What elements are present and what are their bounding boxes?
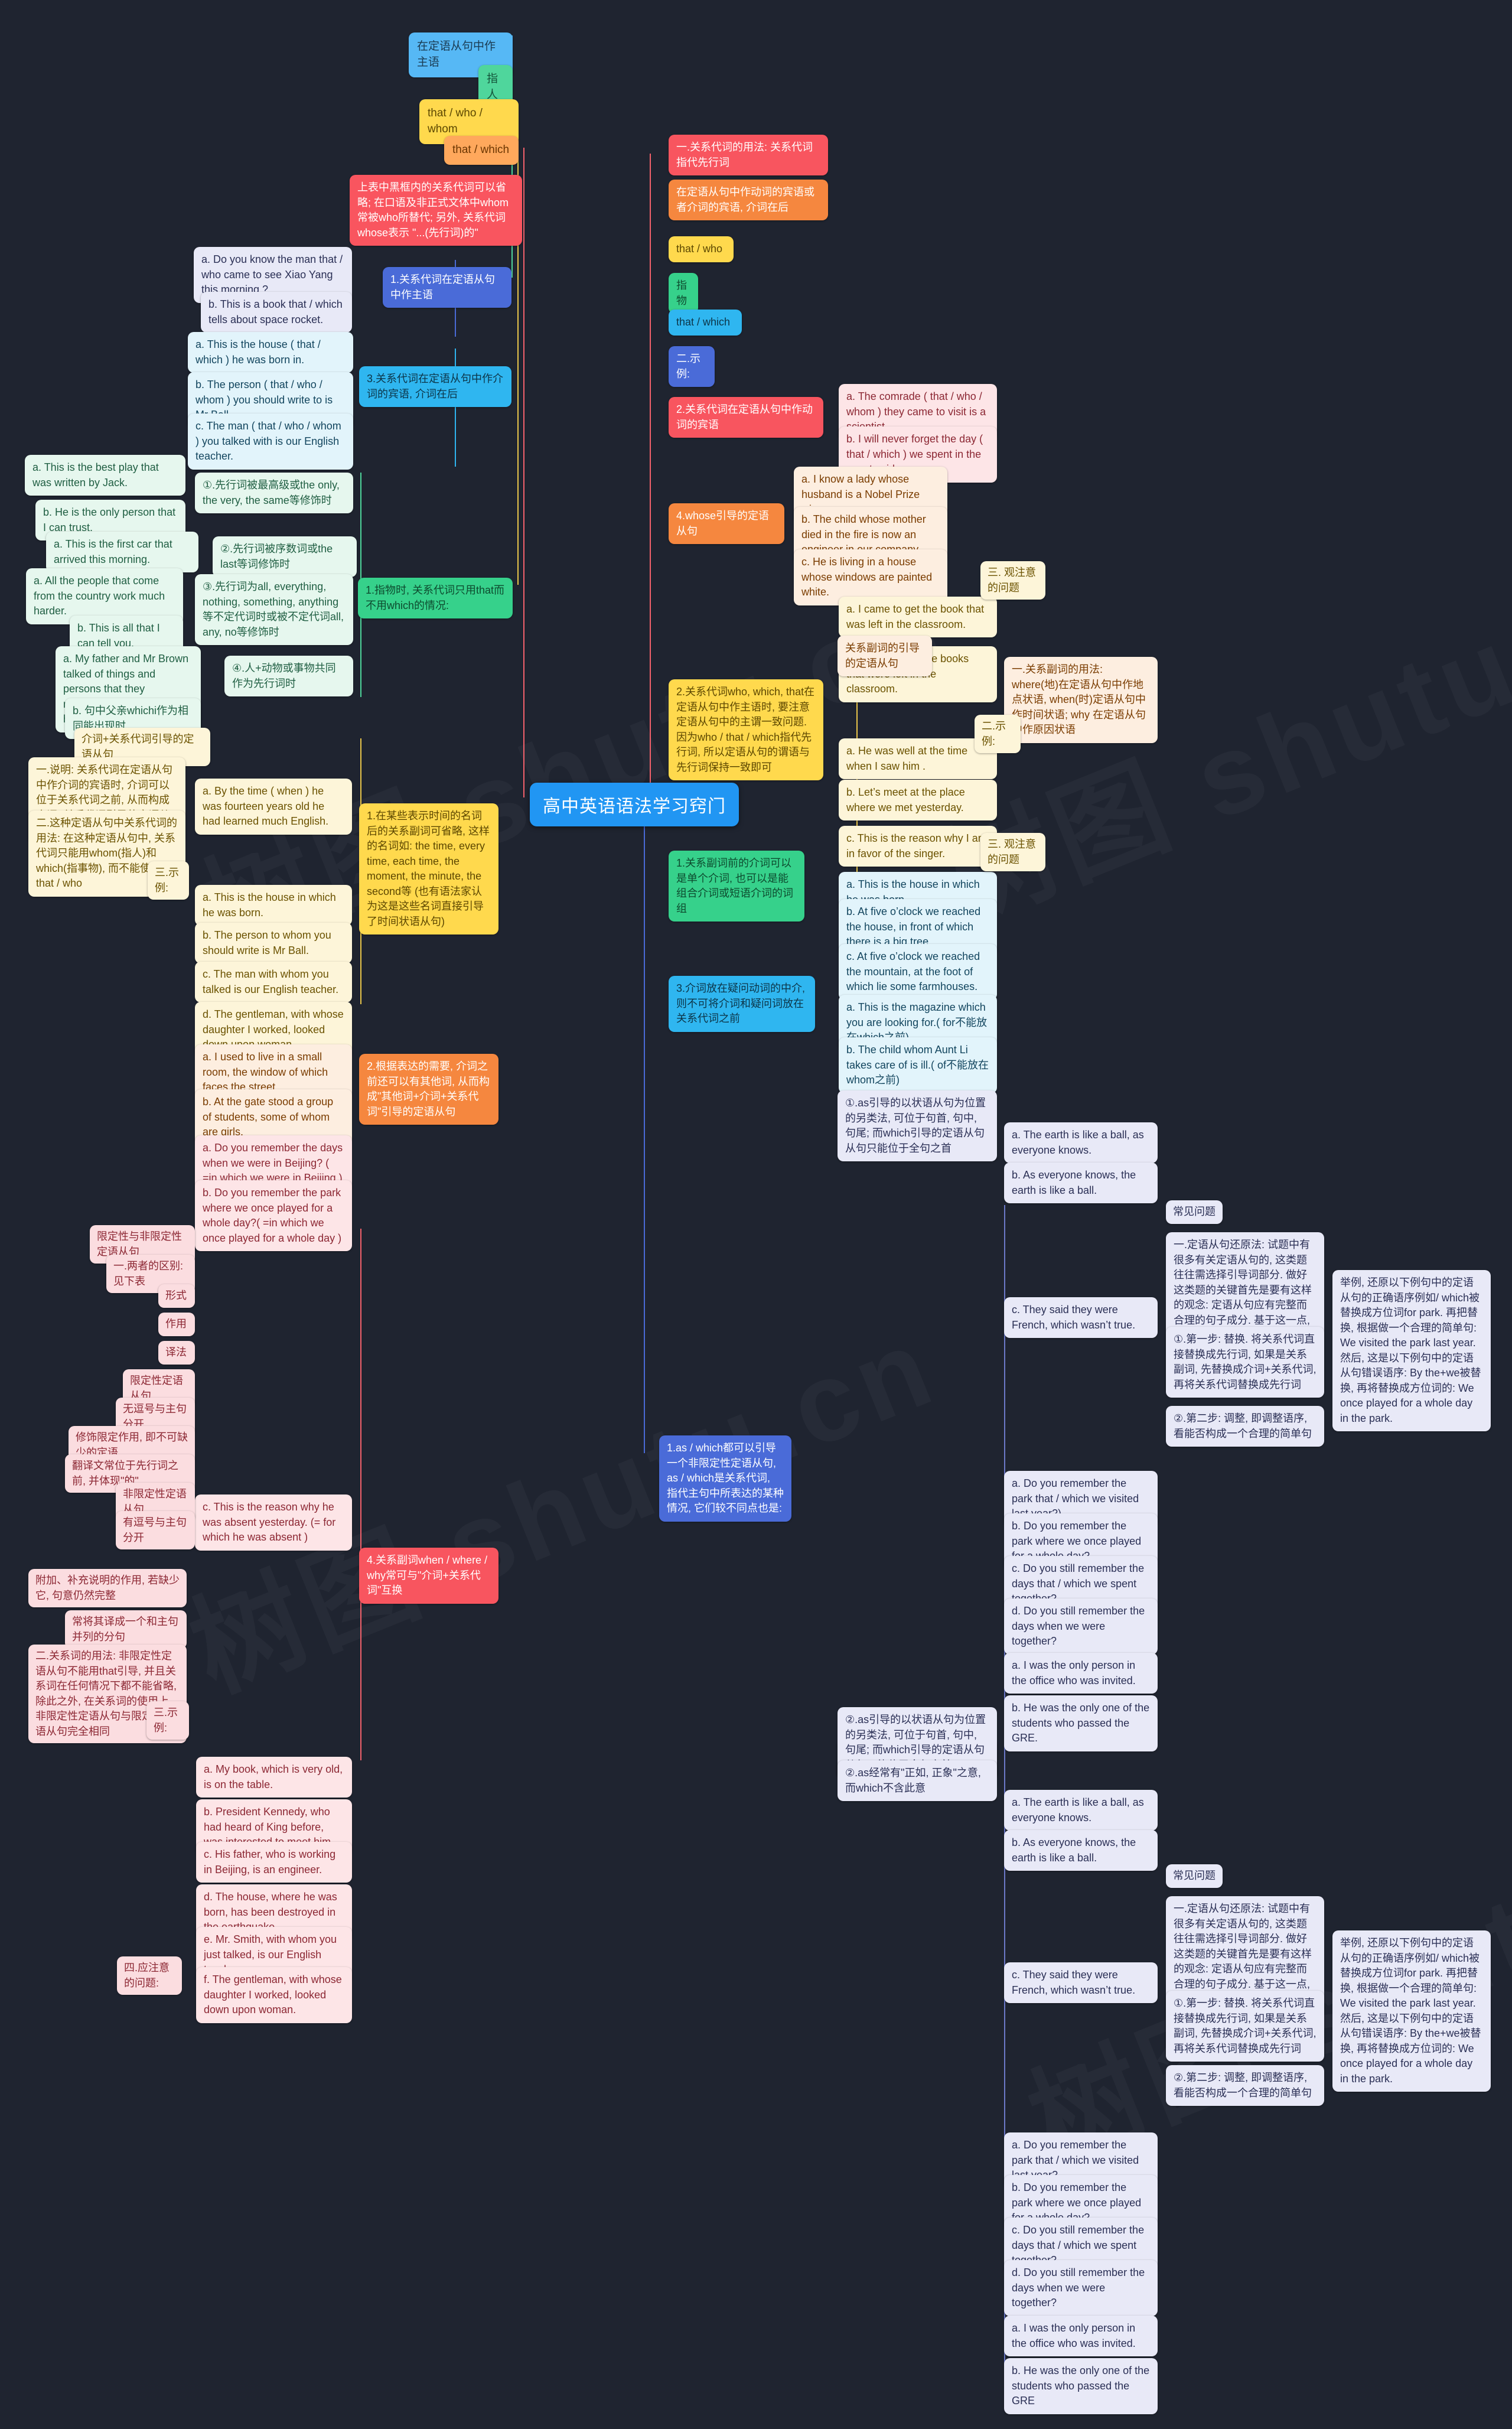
mindmap-canvas: 树图 shutu.cn 树图 shutu.cn 树图 shutu.cn 树图 s… [0, 0, 1512, 2429]
example-item[interactable]: a. I came to get the book that was left … [839, 597, 997, 638]
common-question-detail[interactable]: 举例, 还原以下例句中的定语从句的正确语序例如/ which被替换成方位词for… [1332, 1270, 1491, 1432]
example-item[interactable]: a. I was the only person in the office w… [1004, 1653, 1158, 1694]
common-question-title-2[interactable]: 常见问题 [1166, 1864, 1223, 1888]
node-right-subject-agreement[interactable]: 2.关系代词who, which, that在定语从句中作主语时, 要注意定语从… [669, 679, 823, 781]
common-question-detail-2[interactable]: 举例, 还原以下例句中的定语从句的正确语序例如/ which被替换成方位词for… [1332, 1930, 1491, 2092]
example-item[interactable]: b. Let’s meet at the place where we met … [839, 780, 997, 821]
node-section-3[interactable]: 3.关系代词在定语从句中作介词的宾语, 介词在后 [359, 366, 511, 408]
rule-label[interactable]: ④.人+动物或事物共同作为先行词时 [224, 656, 353, 697]
restrictive-item[interactable]: 附加、补充说明的作用, 若缺少它, 句意仍然完整 [28, 1569, 187, 1608]
common-question-step-2-2[interactable]: ②.第二步: 调整, 即调整语序, 看能否构成一个合理的简单句 [1166, 2065, 1324, 2106]
node-right-object[interactable]: 在定语从句中作动词的宾语或者介词的宾语, 介词在后 [669, 180, 828, 221]
connector [360, 1229, 361, 1760]
node-right-examples-label[interactable]: 二.示例: [669, 346, 715, 388]
example-item[interactable]: b. He was the only one of the students w… [1004, 2358, 1158, 2414]
connector [523, 148, 524, 797]
rule-label[interactable]: ①.先行词被最高级或the only, the very, the same等修… [195, 473, 353, 514]
restrictive-item[interactable]: 形式 [158, 1284, 195, 1308]
restrictive-item[interactable]: 有逗号与主句分开 [116, 1511, 195, 1550]
example-item[interactable]: b. As everyone knows, the earth is like … [1004, 1163, 1158, 1204]
example-item[interactable]: c. The man ( that / who / whom ) you tal… [188, 413, 353, 470]
node-prep-rule-4[interactable]: 4.关系副词when / where / why常可与"介词+关系代词"互换 [359, 1548, 498, 1604]
node-right-adverb-prep[interactable]: 1.关系副词前的介词可以是单个介词, 也可以是能组合介词或短语介词的词组 [669, 851, 804, 922]
node-right-that-which[interactable]: that / which [669, 310, 742, 336]
restrictive-item[interactable]: 译法 [158, 1341, 195, 1365]
example-item[interactable]: c. They said they were French, which was… [1004, 1297, 1158, 1339]
restrictive-item[interactable]: 三.示例: [146, 1701, 189, 1740]
node-prep-rule-1[interactable]: 1.在某些表示时间的名词后的关系副词可省略, 这样的名词如: the time,… [359, 803, 498, 935]
node-right-as-which[interactable]: 1.as / which都可以引导一个非限定性定语从句, as / which是… [659, 1435, 791, 1522]
example-item[interactable]: c. They said they were French, which was… [1004, 1962, 1158, 2004]
example-item[interactable]: a. My book, which is very old, is on the… [196, 1757, 352, 1798]
node-right-section-2[interactable]: 2.关系代词在定语从句中作动词的宾语 [669, 397, 823, 438]
prep-examples-label[interactable]: 三.示例: [148, 861, 189, 900]
rule-label[interactable]: ③.先行词为all, everything, nothing, somethin… [195, 574, 353, 646]
right-note[interactable]: 关系副词的引导的定语从句 [838, 636, 932, 677]
node-right-thing[interactable]: 指物 [669, 273, 698, 314]
rule-label[interactable]: ②.先行词被序数词或the last等词修饰时 [213, 536, 357, 578]
connector [650, 154, 651, 803]
example-item[interactable]: a. This is the best play that was writte… [25, 455, 185, 496]
example-item[interactable]: f. The gentleman, with whose daughter I … [196, 1967, 352, 2023]
example-item[interactable]: a. He was well at the time when I saw hi… [839, 738, 997, 780]
example-item[interactable]: b. The person to whom you should write i… [195, 923, 352, 964]
common-question-step-1[interactable]: ①.第一步: 替换. 将关系代词直接替换成先行词, 如果是关系副词, 先替换成介… [1166, 1327, 1324, 1398]
example-item[interactable]: a. I was the only person in the office w… [1004, 2316, 1158, 2357]
example-item[interactable]: d. Do you still remember the days when w… [1004, 2260, 1158, 2316]
common-question-title[interactable]: 常见问题 [1166, 1200, 1223, 1224]
example-item[interactable]: c. The man with whom you talked is our E… [195, 962, 352, 1003]
example-item[interactable]: a. The earth is like a ball, as everyone… [1004, 1790, 1158, 1831]
node-right-section-prep2[interactable]: 3.介词放在疑问动词的中介, 则不可将介词和疑问词放在关系代词之前 [669, 976, 815, 1032]
right-note[interactable]: 一.关系副词的用法: where(地)在定语从句中作地点状语, when(时)定… [1004, 657, 1158, 743]
example-item[interactable]: b. Do you remember the park where we onc… [195, 1180, 352, 1252]
right-note[interactable]: 三. 观注意的问题 [980, 833, 1045, 872]
example-item[interactable]: a. This is the house ( that / which ) he… [188, 332, 353, 373]
node-section-1[interactable]: 1.关系代词在定语从句中作主语 [383, 267, 511, 308]
node-prep-rule-2[interactable]: 2.根据表达的需要, 介词之前还可以有其他词, 从而构成"其他词+介词+关系代词… [359, 1054, 498, 1125]
node-that-only[interactable]: 1.指物时, 关系代词只用that而不用which的情况: [358, 578, 513, 619]
example-item[interactable]: b. The child whom Aunt Li takes care of … [839, 1037, 997, 1093]
center-node[interactable]: 高中英语语法学习窍门 [530, 783, 739, 826]
node-left-that-which[interactable]: that / which [444, 136, 519, 165]
example-item[interactable]: a. By the time ( when ) he was fourteen … [195, 779, 352, 835]
example-item[interactable]: c. At five o’clock we reached the mounta… [839, 944, 997, 1000]
right-note[interactable]: ①.as引导的以状语从句为位置的另类法, 可位于句首, 句中, 句尾; 而whi… [838, 1090, 997, 1162]
example-item[interactable]: c. This is the reason why I am in favor … [839, 826, 997, 867]
common-question-step-2[interactable]: ②.第二步: 调整, 即调整语序, 看能否构成一个合理的简单句 [1166, 1406, 1324, 1447]
example-item[interactable]: b. He was the only one of the students w… [1004, 1695, 1158, 1751]
right-note[interactable]: 三. 观注意的问题 [980, 561, 1045, 600]
attention-label[interactable]: 四.应注意的问题: [117, 1956, 182, 1995]
restrictive-item[interactable]: 常将其译成一个和主句并列的分句 [65, 1610, 187, 1649]
example-item[interactable]: a. This is the first car that arrived th… [46, 532, 198, 573]
example-item[interactable]: b. As everyone knows, the earth is like … [1004, 1830, 1158, 1871]
node-right-that-who[interactable]: that / who [669, 236, 734, 262]
common-question-step-1-2[interactable]: ①.第一步: 替换. 将关系代词直接替换成先行词, 如果是关系副词, 先替换成介… [1166, 1991, 1324, 2062]
node-right-section-4[interactable]: 4.whose引导的定语从句 [669, 503, 784, 545]
example-item[interactable]: d. Do you still remember the days when w… [1004, 1598, 1158, 1655]
example-item[interactable]: b. This is a book that / which tells abo… [201, 292, 352, 333]
connector [644, 792, 645, 1453]
node-right-rel-pronoun-usage[interactable]: 一.关系代词的用法: 关系代词指代先行词 [669, 135, 828, 176]
right-note[interactable]: 二.示例: [975, 715, 1021, 754]
right-note[interactable]: ②.as经常有"正如, 正象"之意, 而which不含此意 [838, 1760, 997, 1802]
example-item[interactable]: c. This is the reason why he was absent … [195, 1494, 352, 1551]
restrictive-item[interactable]: 作用 [158, 1313, 195, 1336]
example-item[interactable]: c. His father, who is working in Beijing… [196, 1842, 352, 1883]
example-item[interactable]: a. This is the house in which he was bor… [195, 885, 352, 926]
node-left-omission-note[interactable]: 上表中黑框内的关系代词可以省略; 在口语及非正式文体中whom常被who所替代;… [350, 175, 522, 246]
example-item[interactable]: a. The earth is like a ball, as everyone… [1004, 1122, 1158, 1164]
